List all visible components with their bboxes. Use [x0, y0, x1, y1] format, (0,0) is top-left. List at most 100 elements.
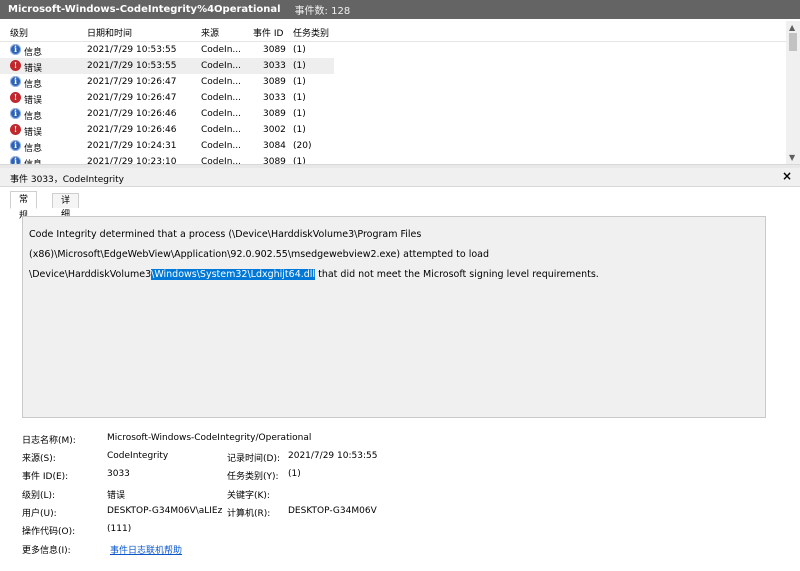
event-source: CodeIn...	[201, 125, 241, 135]
event-task: (1)	[293, 45, 306, 55]
task-category-value: (1)	[288, 469, 301, 479]
close-icon[interactable]: ×	[782, 169, 792, 183]
tab-general[interactable]: 常规	[10, 191, 38, 221]
event-task: (20)	[293, 141, 312, 151]
event-id: 3002	[263, 125, 286, 135]
logged-label: 记录时间(D):	[227, 454, 280, 464]
error-icon: !	[10, 92, 21, 103]
computer-value: DESKTOP-G34M06V	[288, 506, 377, 516]
event-id: 3084	[263, 141, 286, 151]
event-row[interactable]: ! 错误 2021/7/29 10:26:47 CodeIn... 3033 (…	[0, 90, 786, 106]
log-titlebar: Microsoft-Windows-CodeIntegrity%4Operati…	[0, 0, 800, 19]
event-task: (1)	[293, 125, 306, 135]
info-icon: i	[10, 140, 21, 151]
scroll-up-arrow-icon[interactable]: ▲	[789, 23, 795, 32]
more-info-label: 更多信息(I):	[22, 546, 71, 556]
event-source: CodeIn...	[201, 77, 241, 87]
task-category-label: 任务类别(Y):	[227, 472, 279, 482]
opcode-value: (111)	[107, 524, 132, 534]
event-task: (1)	[293, 109, 306, 119]
level-value: 错误	[107, 491, 126, 501]
log-name-label: 日志名称(M):	[22, 436, 76, 446]
event-task: (1)	[293, 93, 306, 103]
event-level: 错误	[24, 96, 43, 106]
message-text-part2: that did not meet the Microsoft signing …	[315, 269, 599, 280]
event-level: 错误	[24, 64, 43, 74]
error-icon: !	[10, 60, 21, 71]
column-header-source[interactable]: 来源	[201, 26, 219, 39]
event-source: CodeIn...	[201, 109, 241, 119]
logged-value: 2021/7/29 10:53:55	[288, 451, 378, 461]
source-value: CodeIntegrity	[107, 451, 169, 461]
event-list-header: 级别 日期和时间 来源 事件 ID 任务类别	[0, 21, 786, 42]
event-row[interactable]: i 信息 2021/7/29 10:53:55 CodeIn... 3089 (…	[0, 42, 786, 58]
event-properties: 日志名称(M): Microsoft-Windows-CodeIntegrity…	[0, 428, 800, 568]
event-level: 信息	[24, 48, 43, 58]
event-level: 信息	[24, 80, 43, 90]
event-list[interactable]: 级别 日期和时间 来源 事件 ID 任务类别 i 信息 2021/7/29 10…	[0, 21, 800, 165]
event-date: 2021/7/29 10:53:55	[87, 61, 177, 71]
error-icon: !	[10, 124, 21, 135]
source-label: 来源(S):	[22, 454, 56, 464]
event-id: 3089	[263, 45, 286, 55]
event-source: CodeIn...	[201, 157, 241, 165]
user-label: 用户(U):	[22, 509, 57, 519]
event-id: 3033	[263, 93, 286, 103]
column-header-level[interactable]: 级别	[10, 26, 28, 39]
level-label: 级别(L):	[22, 491, 56, 501]
column-header-event-id[interactable]: 事件 ID	[253, 26, 283, 39]
scroll-down-arrow-icon[interactable]: ▼	[789, 153, 795, 162]
event-date: 2021/7/29 10:24:31	[87, 141, 177, 151]
event-source: CodeIn...	[201, 93, 241, 103]
event-row[interactable]: i 信息 2021/7/29 10:26:47 CodeIn... 3089 (…	[0, 74, 786, 90]
computer-label: 计算机(R):	[227, 509, 271, 519]
scrollbar-thumb[interactable]	[789, 33, 797, 51]
message-selected-text: \Windows\System32\Ldxghijt64.dll	[151, 269, 316, 280]
info-icon: i	[10, 156, 21, 164]
event-row[interactable]: i 信息 2021/7/29 10:23:10 CodeIn... 3089 (…	[0, 154, 786, 165]
event-id-value: 3033	[107, 469, 130, 479]
event-level: 信息	[24, 160, 43, 165]
event-detail-header: 事件 3033，CodeIntegrity ×	[0, 168, 800, 187]
opcode-label: 操作代码(O):	[22, 527, 76, 537]
tab-details[interactable]: 详细信息	[52, 193, 80, 248]
event-level: 错误	[24, 128, 43, 138]
event-count: 事件数: 128	[294, 6, 351, 17]
event-level: 信息	[24, 144, 43, 154]
event-date: 2021/7/29 10:53:55	[87, 45, 177, 55]
event-id: 3033	[263, 61, 286, 71]
event-date: 2021/7/29 10:26:46	[87, 109, 177, 119]
event-list-scrollbar[interactable]: ▲ ▼	[786, 21, 800, 164]
event-id: 3089	[263, 157, 286, 165]
info-icon: i	[10, 44, 21, 55]
info-icon: i	[10, 108, 21, 119]
event-id: 3089	[263, 77, 286, 87]
event-date: 2021/7/29 10:23:10	[87, 157, 177, 165]
log-title: Microsoft-Windows-CodeIntegrity%4Operati…	[8, 4, 281, 15]
event-source: CodeIn...	[201, 45, 241, 55]
event-row[interactable]: i 信息 2021/7/29 10:26:46 CodeIn... 3089 (…	[0, 106, 786, 122]
log-name-value: Microsoft-Windows-CodeIntegrity/Operatio…	[107, 433, 312, 443]
column-header-task[interactable]: 任务类别	[293, 26, 329, 39]
event-detail-title: 事件 3033，CodeIntegrity	[10, 175, 124, 185]
event-date: 2021/7/29 10:26:47	[87, 93, 177, 103]
event-source: CodeIn...	[201, 141, 241, 151]
column-header-date[interactable]: 日期和时间	[87, 26, 132, 39]
event-id: 3089	[263, 109, 286, 119]
event-task: (1)	[293, 61, 306, 71]
event-log-online-help-link[interactable]: 事件日志联机帮助	[110, 543, 182, 556]
info-icon: i	[10, 76, 21, 87]
event-row[interactable]: i 信息 2021/7/29 10:24:31 CodeIn... 3084 (…	[0, 138, 786, 154]
event-id-label: 事件 ID(E):	[22, 472, 69, 482]
event-date: 2021/7/29 10:26:47	[87, 77, 177, 87]
event-level: 信息	[24, 112, 43, 122]
event-row[interactable]: ! 错误 2021/7/29 10:26:46 CodeIn... 3002 (…	[0, 122, 786, 138]
event-date: 2021/7/29 10:26:46	[87, 125, 177, 135]
user-value: DESKTOP-G34M06V\aLIEz	[107, 506, 223, 516]
keywords-label: 关键字(K):	[227, 491, 270, 501]
event-message[interactable]: Code Integrity determined that a process…	[22, 216, 766, 418]
event-task: (1)	[293, 77, 306, 87]
event-row-selected[interactable]: ! 错误 2021/7/29 10:53:55 CodeIn... 3033 (…	[0, 58, 334, 74]
event-task: (1)	[293, 157, 306, 165]
event-source: CodeIn...	[201, 61, 241, 71]
